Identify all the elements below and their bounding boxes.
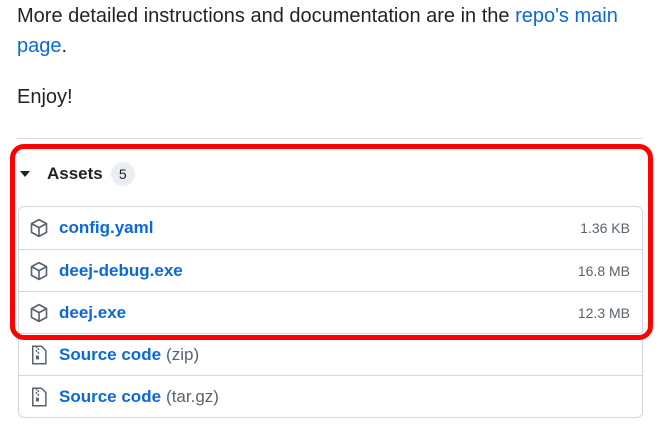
triangle-down-icon xyxy=(20,171,30,177)
asset-link-deej-exe[interactable]: deej.exe xyxy=(59,303,578,323)
asset-link-config-yaml[interactable]: config.yaml xyxy=(59,218,580,238)
asset-size: 1.36 KB xyxy=(580,220,630,236)
asset-link-deej-debug-exe[interactable]: deej-debug.exe xyxy=(59,261,578,281)
enjoy-text: Enjoy! xyxy=(17,86,73,108)
release-notes-paragraph: More detailed instructions and documenta… xyxy=(17,1,647,61)
asset-row-config: config.yaml 1.36 KB xyxy=(19,207,642,249)
notes-text: More detailed instructions and documenta… xyxy=(17,5,516,27)
notes-period: . xyxy=(61,35,68,57)
assets-heading: Assets xyxy=(47,164,103,183)
section-divider xyxy=(17,138,643,139)
file-zip-icon xyxy=(28,386,50,408)
source-code-targz-link[interactable]: Source code (tar.gz) xyxy=(59,387,219,407)
assets-count-badge: 5 xyxy=(110,162,135,186)
package-icon xyxy=(28,217,50,239)
asset-row-deej-debug: deej-debug.exe 16.8 MB xyxy=(19,249,642,291)
asset-row-deej: deej.exe 12.3 MB xyxy=(19,291,642,333)
source-code-zip-link[interactable]: Source code (zip) xyxy=(59,345,199,365)
asset-size: 12.3 MB xyxy=(577,304,630,321)
assets-toggle[interactable]: Assets 5 xyxy=(20,156,135,192)
release-page: More detailed instructions and documenta… xyxy=(0,0,660,433)
asset-list: config.yaml 1.36 KB deej-debug.exe 16.8 … xyxy=(18,206,643,418)
source-code-label: Source code xyxy=(59,386,162,406)
package-icon xyxy=(28,302,50,324)
asset-size: 16.8 MB xyxy=(577,262,630,279)
asset-row-source-targz: Source code (tar.gz) xyxy=(19,375,642,417)
asset-row-source-zip: Source code (zip) xyxy=(19,333,642,375)
source-code-ext: (zip) xyxy=(166,344,200,364)
source-code-ext: (tar.gz) xyxy=(166,386,219,406)
file-zip-icon xyxy=(28,344,50,366)
package-icon xyxy=(28,260,50,282)
source-code-label: Source code xyxy=(59,344,162,364)
